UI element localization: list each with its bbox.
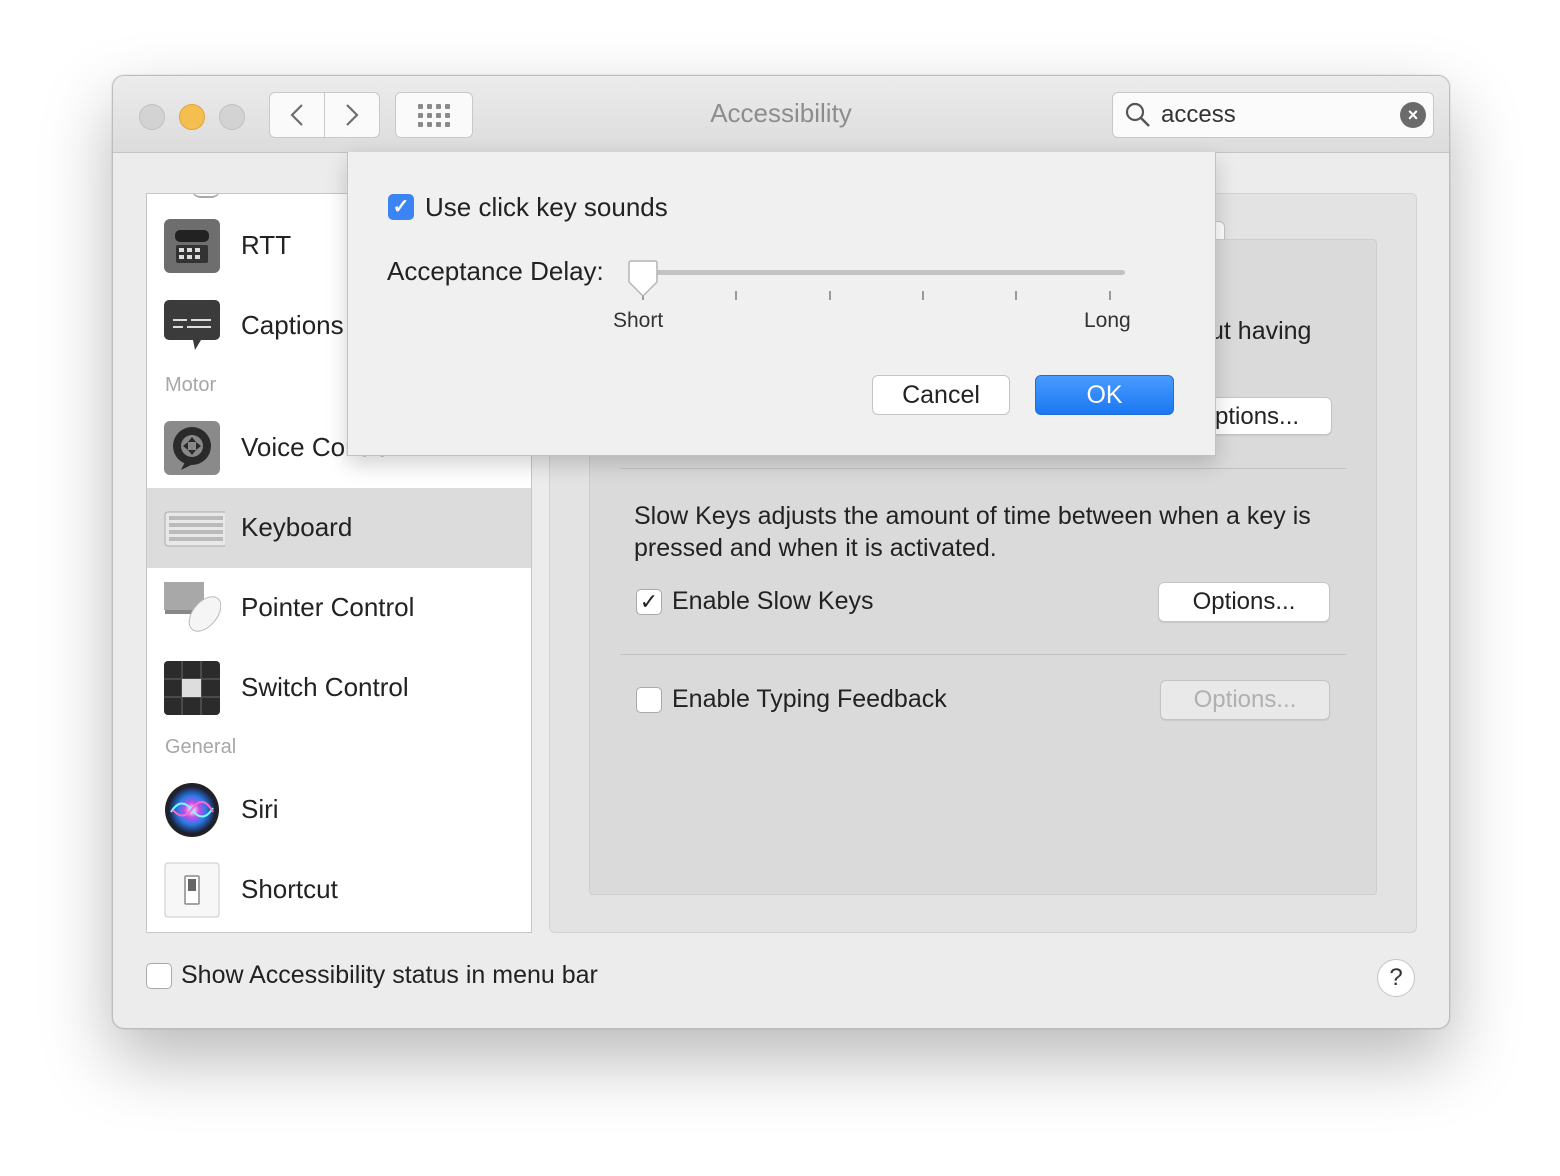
- sidebar-item-switch-control[interactable]: Switch Control: [147, 648, 531, 728]
- help-button[interactable]: ?: [1377, 959, 1415, 997]
- slow-keys-options-button[interactable]: Options...: [1158, 582, 1330, 622]
- sidebar-item-siri[interactable]: Siri: [147, 770, 531, 850]
- sidebar-item-shortcut[interactable]: Shortcut: [147, 850, 531, 930]
- slider-thumb[interactable]: [627, 260, 659, 298]
- separator: [620, 468, 1346, 469]
- section-header-general: General: [165, 736, 237, 758]
- sidebar-item-label: Siri: [241, 794, 279, 824]
- slider-tick: [735, 291, 737, 300]
- sidebar-item-label: Keyboard: [241, 512, 353, 542]
- search-field[interactable]: ×: [1112, 92, 1434, 138]
- sidebar-item-label: RTT: [241, 230, 292, 260]
- keyboard-icon: [164, 511, 225, 547]
- voice-control-icon: [164, 421, 220, 475]
- separator: [620, 654, 1346, 655]
- typing-feedback-options-button: Options...: [1160, 680, 1330, 720]
- search-input[interactable]: [1159, 100, 1383, 130]
- clear-search-icon[interactable]: ×: [1400, 102, 1426, 128]
- sticky-keys-options-button[interactable]: ptions...: [1204, 397, 1332, 435]
- shortcut-icon: [164, 862, 220, 918]
- sidebar-item-pointer-control[interactable]: Pointer Control: [147, 568, 531, 648]
- slow-keys-description: Slow Keys adjusts the amount of time bet…: [634, 502, 1311, 562]
- sidebar-item-label: Shortcut: [241, 874, 338, 904]
- pointer-control-icon: [164, 582, 221, 632]
- slow-keys-options-sheet: ✓ Use click key sounds Acceptance Delay:…: [347, 152, 1216, 456]
- sidebar-item-label: Captions: [241, 310, 344, 340]
- captions-icon: [164, 300, 220, 350]
- click-key-sounds-checkbox[interactable]: ✓: [388, 194, 414, 220]
- show-status-label: Show Accessibility status in menu bar: [181, 961, 598, 989]
- cancel-button[interactable]: Cancel: [872, 375, 1010, 415]
- slider-tick: [829, 291, 831, 300]
- titlebar: Accessibility ×: [113, 76, 1449, 153]
- sidebar-item-keyboard[interactable]: Keyboard: [147, 488, 531, 568]
- slow-keys-label: Enable Slow Keys: [672, 587, 874, 615]
- sidebar-item-label: Pointer Control: [241, 592, 415, 622]
- slider-tick: [922, 291, 924, 300]
- slider-min-label: Short: [613, 309, 664, 332]
- typing-feedback-checkbox[interactable]: [636, 687, 662, 713]
- ok-button[interactable]: OK: [1035, 375, 1174, 415]
- click-key-sounds-label: Use click key sounds: [425, 192, 668, 222]
- section-header-motor: Motor: [165, 374, 217, 396]
- typing-feedback-label: Enable Typing Feedback: [672, 685, 947, 713]
- search-icon: [1125, 102, 1150, 127]
- partial-description-text: ut having: [1210, 317, 1312, 345]
- slider-tick: [1015, 291, 1017, 300]
- acceptance-delay-label: Acceptance Delay:: [387, 256, 604, 286]
- sidebar-item-label: Switch Control: [241, 672, 409, 702]
- slider-tick: [1109, 291, 1111, 300]
- switch-control-icon: [164, 661, 220, 715]
- slow-keys-checkbox[interactable]: ✓: [636, 589, 662, 615]
- show-status-checkbox[interactable]: [146, 963, 172, 989]
- slider-max-label: Long: [1084, 309, 1131, 332]
- siri-icon: [165, 783, 219, 837]
- partial-icon: [191, 194, 221, 198]
- acceptance-delay-slider[interactable]: [642, 270, 1125, 275]
- rtt-icon: [164, 219, 220, 273]
